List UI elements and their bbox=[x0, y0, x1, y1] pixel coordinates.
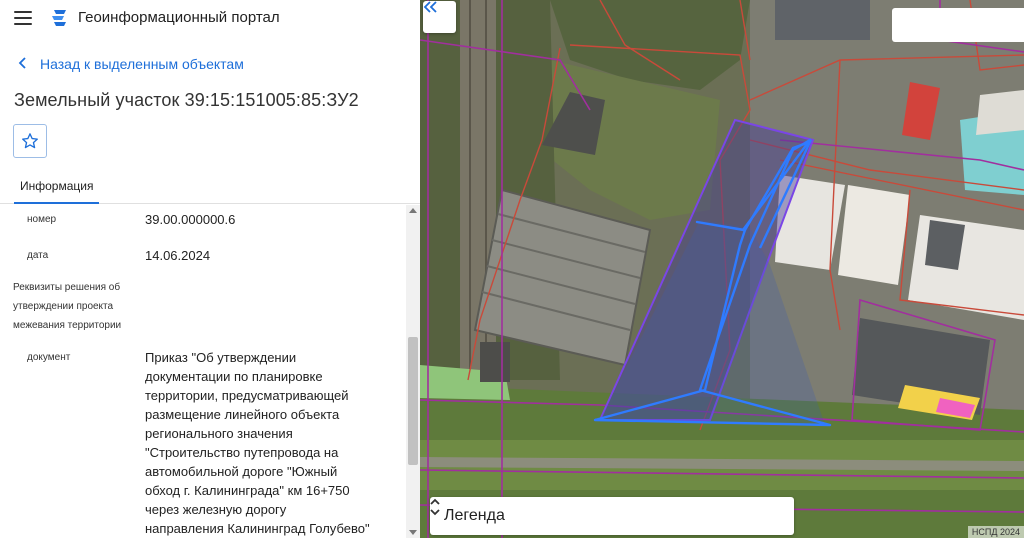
side-panel: Геоинформационный портал Назад к выделен… bbox=[0, 0, 420, 538]
collapse-panel-button[interactable] bbox=[423, 1, 456, 33]
menu-icon[interactable] bbox=[14, 11, 32, 25]
map-view[interactable]: Легенда НСПД 2024 bbox=[420, 0, 1024, 538]
document-line: "Строительство путепровода на bbox=[145, 445, 339, 460]
scroll-down-arrow-icon[interactable] bbox=[409, 530, 417, 535]
object-title: Земельный участок 39:15:151005:85:ЗУ2 bbox=[14, 90, 359, 110]
back-link-label: Назад к выделенным объектам bbox=[40, 56, 244, 72]
document-line: территории, предусматривающей bbox=[145, 388, 349, 403]
tab-bar: Информация bbox=[0, 172, 420, 204]
section-label-line: Реквизиты решения об bbox=[13, 282, 121, 293]
scroll-thumb[interactable] bbox=[408, 337, 418, 465]
legend-selector[interactable]: Легенда bbox=[430, 497, 794, 535]
info-content: номер 39.00.000000.6 дата 14.06.2024 Рек… bbox=[0, 205, 406, 538]
scroll-up-arrow-icon[interactable] bbox=[409, 208, 417, 213]
chevron-left-icon bbox=[18, 56, 28, 72]
tab-information[interactable]: Информация bbox=[14, 172, 100, 204]
row-value: 39.00.000000.6 bbox=[145, 212, 236, 227]
map-attribution: НСПД 2024 bbox=[967, 526, 1024, 538]
star-icon bbox=[22, 133, 38, 149]
document-line: через железную дорогу bbox=[145, 502, 287, 517]
document-line: регионального значения bbox=[145, 426, 293, 441]
section-label-line: межевания территории bbox=[13, 320, 122, 331]
document-line: документации по планировке bbox=[145, 369, 323, 384]
map-search-input[interactable] bbox=[892, 8, 1024, 42]
section-label: Реквизиты решения об утверждении проекта… bbox=[13, 278, 143, 335]
row-label: номер bbox=[27, 214, 57, 225]
row-value: 14.06.2024 bbox=[145, 248, 211, 263]
row-label: дата bbox=[27, 250, 49, 261]
favorite-button[interactable] bbox=[13, 124, 47, 158]
document-line: Приказ "Об утверждении bbox=[145, 350, 297, 365]
app-title: Геоинформационный портал bbox=[78, 9, 280, 26]
document-line: обход г. Калининграда" км 16+750 bbox=[145, 483, 350, 498]
unfold-arrows-icon bbox=[430, 498, 440, 516]
back-to-selected-link[interactable]: Назад к выделенным объектам bbox=[18, 56, 244, 72]
document-line: направления Калининград Голубево" bbox=[145, 521, 370, 536]
section-label-line: утверждении проекта bbox=[13, 301, 114, 312]
document-label: документ bbox=[27, 352, 71, 363]
double-chevron-left-icon bbox=[423, 1, 437, 13]
map-canvas bbox=[420, 0, 1024, 538]
portal-logo-icon bbox=[52, 10, 66, 26]
document-line: автомобильной дороге "Южный bbox=[145, 464, 338, 479]
document-value: Приказ "Об утверждении документации по п… bbox=[145, 348, 400, 538]
top-bar: Геоинформационный портал bbox=[0, 0, 420, 36]
document-line: размещение линейного объекта bbox=[145, 407, 340, 422]
info-scrollbar[interactable] bbox=[406, 205, 420, 538]
legend-label: Легенда bbox=[444, 507, 505, 524]
